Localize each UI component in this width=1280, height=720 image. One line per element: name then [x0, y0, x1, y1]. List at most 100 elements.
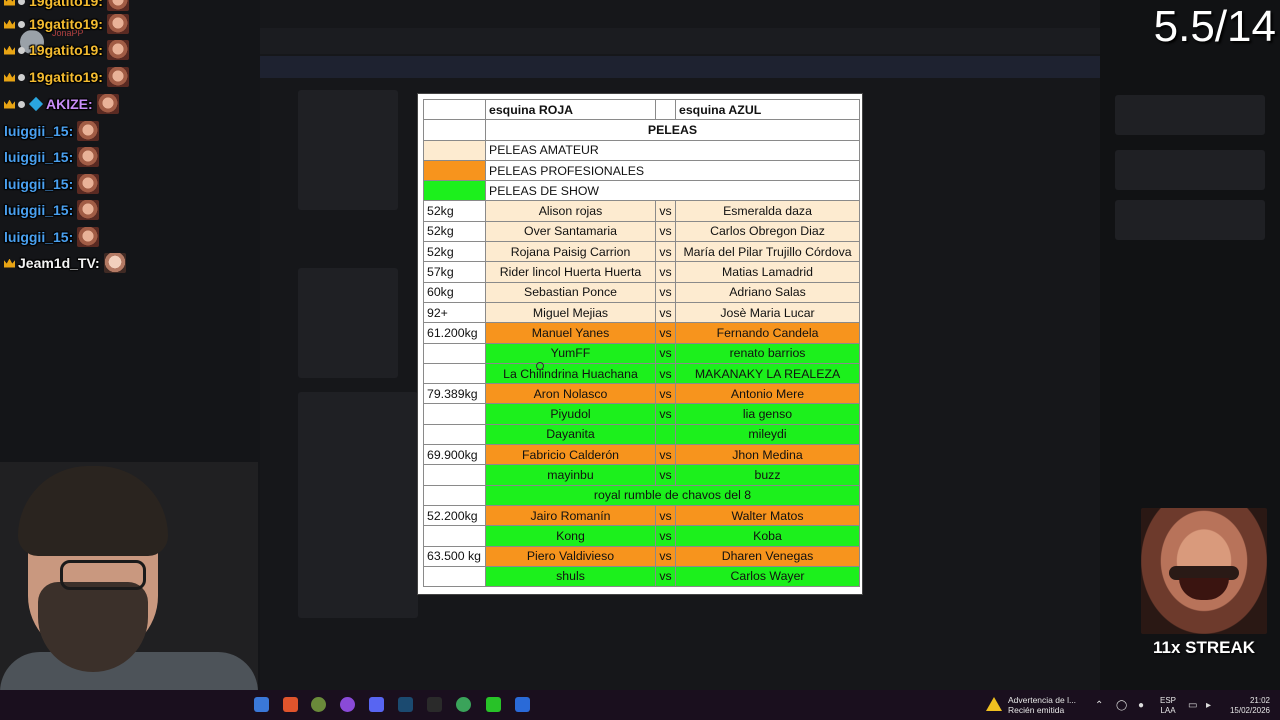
microphone-icon[interactable]: ●: [1138, 700, 1144, 711]
red-fighter-cell: Piero Valdivieso: [485, 545, 656, 567]
weight-cell: 60kg: [423, 281, 486, 303]
app-icon[interactable]: [456, 697, 471, 712]
blue-fighter-cell: Josè Maria Lucar: [675, 301, 860, 324]
legend-swatch-amateur: [423, 139, 486, 161]
app-icon[interactable]: [254, 697, 269, 712]
weight-cell: [423, 565, 486, 588]
terminal-icon[interactable]: [427, 697, 442, 712]
red-fighter-cell: Miguel Mejias: [485, 301, 656, 324]
chat-message: AKIZE:: [4, 92, 119, 116]
vs-cell: vs: [655, 383, 676, 405]
chrome-icon[interactable]: [311, 697, 326, 712]
blue-fighter-cell: Adriano Salas: [675, 281, 860, 303]
vs-cell: vs: [655, 301, 676, 324]
chat-message: 19gatito19:: [4, 38, 129, 62]
language-indicator[interactable]: ESP LAA: [1160, 696, 1176, 716]
chat-username: 19gatito19:: [29, 42, 103, 58]
blue-fighter-cell: Carlos Obregon Diaz: [675, 220, 860, 243]
chat-username: luiggii_15:: [4, 202, 74, 218]
emote-icon: [77, 147, 100, 167]
vs-cell: vs: [655, 220, 676, 243]
blue-fighter-cell: Fernando Candela: [675, 322, 860, 344]
notification-subtitle: Recién emitida: [1008, 705, 1065, 715]
red-fighter-cell: Rojana Paisig Carrion: [485, 241, 656, 263]
chat-username: 19gatito19:: [29, 0, 103, 9]
speaker-icon[interactable]: ▸: [1206, 700, 1211, 711]
vs-cell: vs: [655, 565, 676, 588]
network-icon[interactable]: ◯: [1116, 700, 1127, 711]
emote-icon: [106, 14, 129, 34]
gem-icon: [28, 96, 44, 112]
weight-cell: [423, 484, 486, 506]
warning-icon[interactable]: [986, 697, 1002, 711]
table-title-row: PELEAS: [423, 119, 860, 141]
steam-icon[interactable]: [398, 697, 413, 712]
weight-cell: 52.200kg: [423, 504, 486, 527]
red-fighter-cell: mayinbu: [485, 464, 656, 486]
badge-icon: [18, 46, 25, 54]
webcam-hair: [18, 466, 168, 556]
emote-icon: [106, 0, 129, 11]
fight-row: shuls vs Carlos Wayer: [423, 565, 860, 588]
red-corner-header: esquina ROJA: [485, 98, 656, 121]
vs-cell: vs: [655, 322, 676, 344]
red-fighter-cell: Fabricio Calderón: [485, 444, 656, 466]
weight-cell: [423, 403, 486, 425]
app-icon[interactable]: [515, 697, 530, 712]
blue-fighter-cell: MAKANAKY LA REALEZA: [675, 362, 860, 385]
legend-swatch-pro: [423, 159, 486, 182]
legend-row: PELEAS PROFESIONALES: [423, 159, 860, 182]
emote-icon: [77, 121, 100, 141]
clock-date: 15/02/2026: [1229, 706, 1270, 715]
vs-cell: vs: [655, 444, 676, 466]
red-fighter-cell: Manuel Yanes: [485, 322, 656, 344]
weight-cell: 61.200kg: [423, 322, 486, 344]
emote-icon: [106, 67, 129, 87]
red-fighter-cell: YumFF: [485, 342, 656, 364]
legend-row: PELEAS DE SHOW: [423, 180, 860, 202]
fight-row: 52kg Rojana Paisig Carrion vs María del Pil…: [423, 241, 860, 263]
badge-icon: [18, 20, 25, 28]
fight-row: 63.500 kg Piero Valdivieso vs Dharen Venega…: [423, 545, 860, 567]
fight-card-table: esquina ROJA esquina AZUL PELEAS PELEAS …: [423, 98, 860, 588]
brave-browser-icon[interactable]: [283, 697, 298, 712]
vs-cell: vs: [655, 504, 676, 527]
streak-label: 11x STREAK: [1152, 638, 1256, 657]
emote-icon: [77, 174, 100, 194]
vs-cell: vs: [655, 464, 676, 486]
red-fighter-cell: Dayanita: [485, 423, 656, 446]
fight-row: Kong vs Koba: [423, 525, 860, 547]
fight-row: 52kg Alison rojas vs Esmeralda daza: [423, 200, 860, 222]
monitor-icon[interactable]: ▭: [1188, 700, 1197, 711]
clock-time: 21:02: [1249, 696, 1270, 705]
blue-fighter-cell: renato barrios: [675, 342, 860, 364]
chat-username: luiggii_15:: [4, 123, 74, 139]
vs-cell: [655, 423, 676, 446]
blue-corner-header: esquina AZUL: [675, 98, 860, 121]
play-icon[interactable]: [486, 697, 501, 712]
discord-icon[interactable]: [369, 697, 384, 712]
blue-fighter-cell: Matias Lamadrid: [675, 261, 860, 283]
badge-icon: [18, 100, 25, 108]
background-image-3: [298, 392, 418, 618]
chat-message: luiggii_15:: [4, 119, 100, 143]
red-fighter-cell: Aron Nolasco: [485, 383, 656, 405]
blue-fighter-cell: mileydi: [675, 423, 860, 446]
taskbar: [0, 690, 1280, 720]
blue-fighter-cell: Walter Matos: [675, 504, 860, 527]
notification[interactable]: Advertencia de l... Recién emitida: [1008, 695, 1076, 715]
weight-cell: [423, 342, 486, 364]
weight-cell: 63.500 kg: [423, 545, 486, 567]
blue-fighter-cell: Dharen Venegas: [675, 545, 860, 567]
obs-icon[interactable]: [340, 697, 355, 712]
chat-username: 19gatito19:: [29, 69, 103, 85]
clock[interactable]: 21:02 15/02/2026: [1224, 696, 1270, 716]
red-fighter-cell: shuls: [485, 565, 656, 588]
webcam-glasses: [60, 560, 146, 590]
red-fighter-cell: Sebastian Ponce: [485, 281, 656, 303]
red-fighter-cell: Kong: [485, 525, 656, 547]
red-fighter-cell: Alison rojas: [485, 200, 656, 222]
chevron-up-icon[interactable]: ⌃: [1095, 700, 1103, 711]
red-fighter-cell: Piyudol: [485, 403, 656, 425]
legend-swatch-show: [423, 180, 486, 202]
